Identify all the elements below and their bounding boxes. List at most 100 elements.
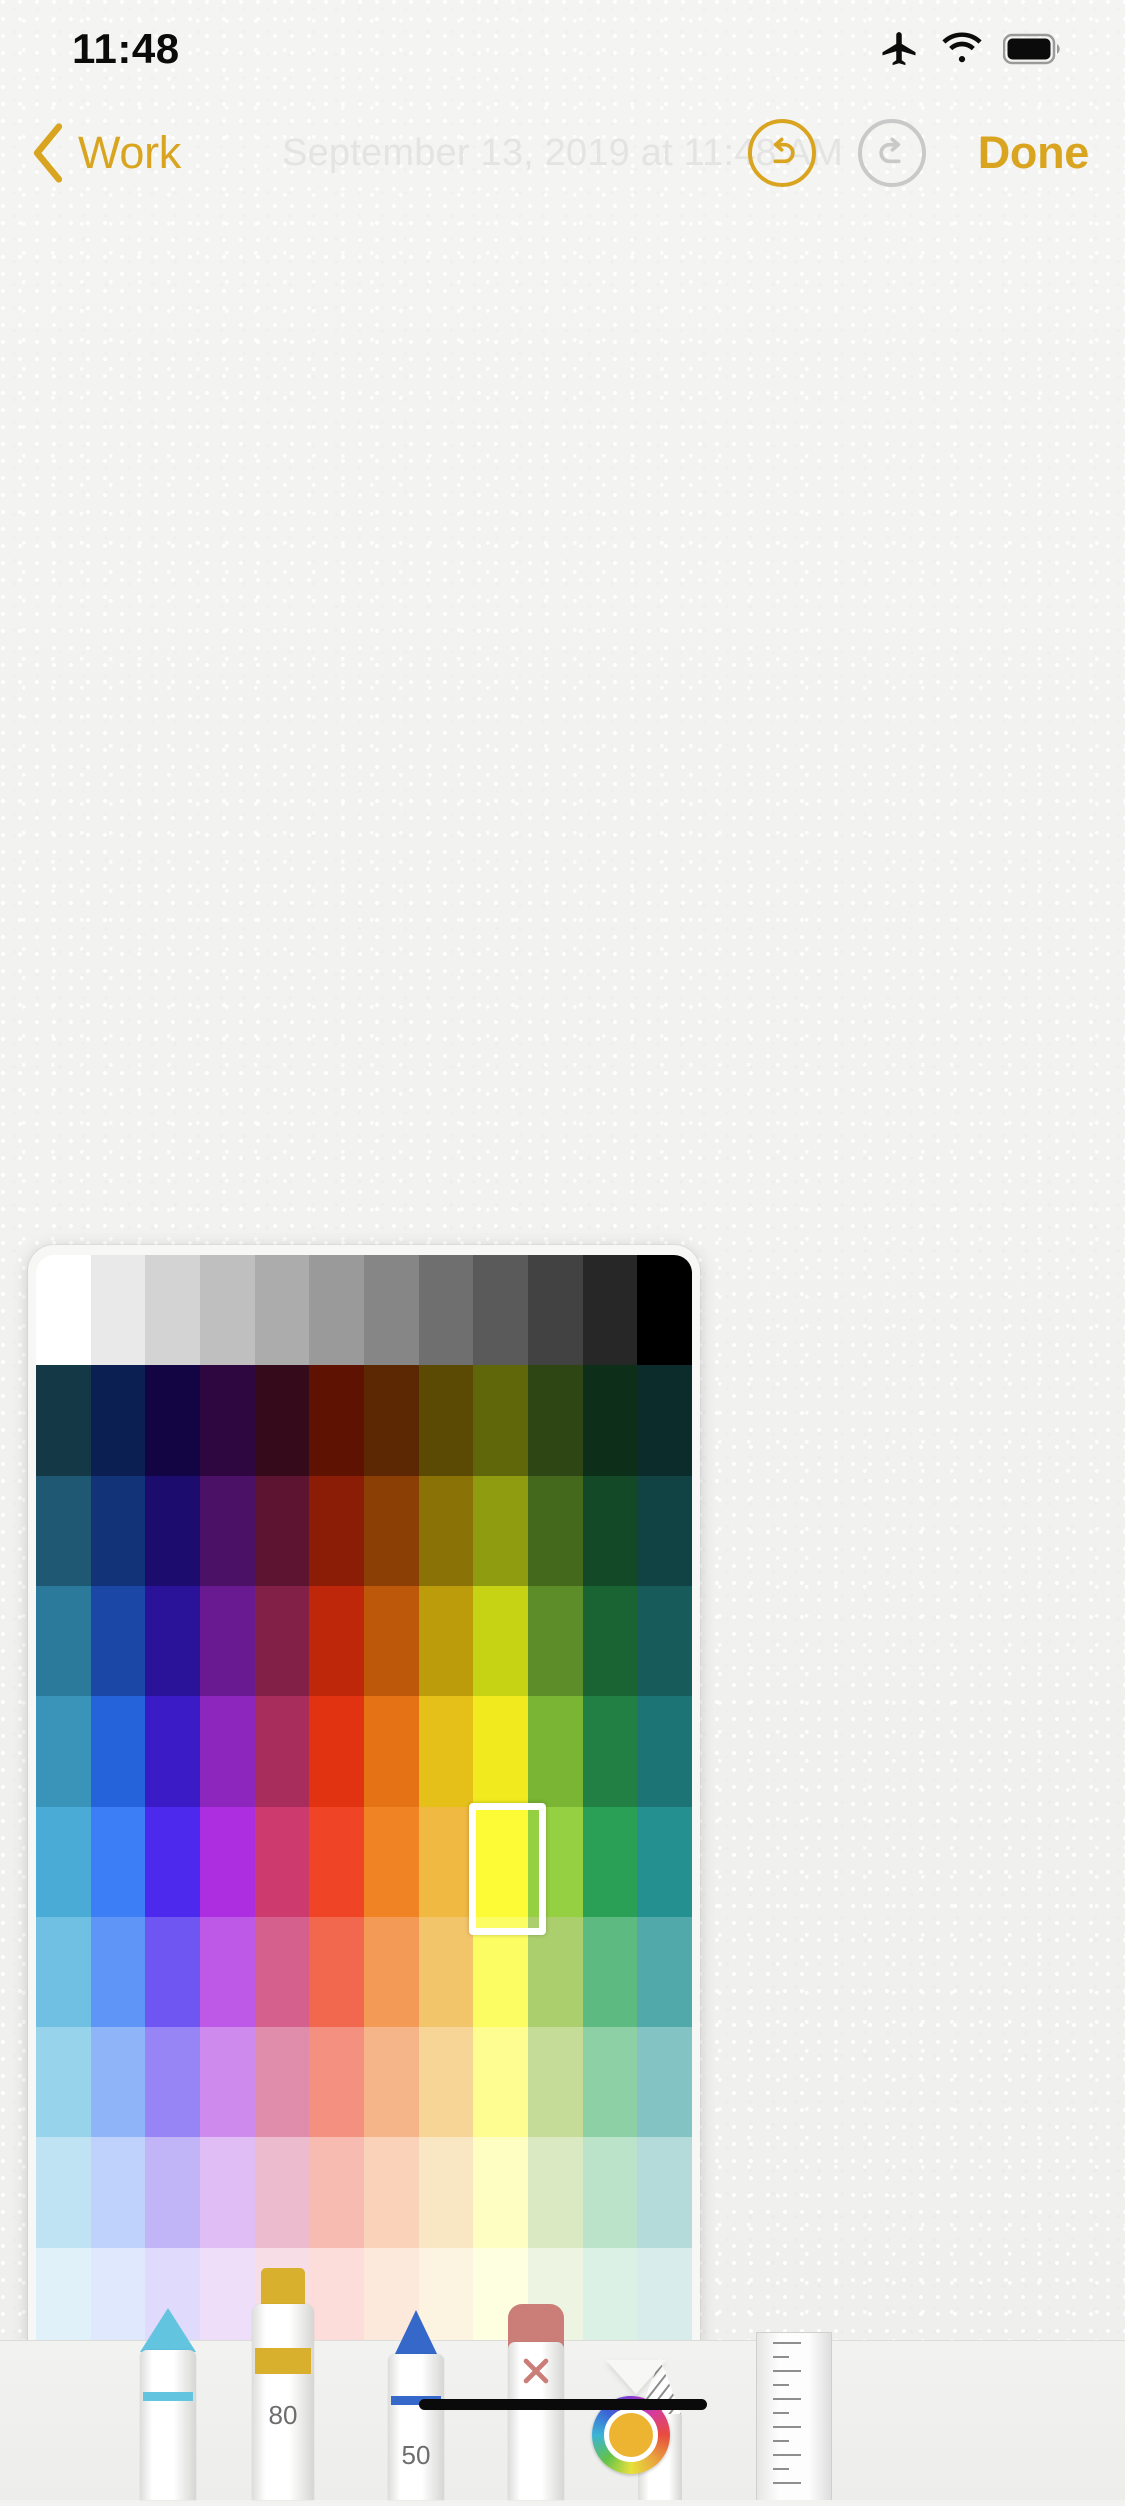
color-swatch[interactable] (418, 1475, 474, 1586)
eraser-tool-visible[interactable] (508, 2304, 564, 2500)
color-swatch[interactable] (145, 2027, 200, 2138)
color-swatch[interactable] (637, 1916, 692, 2028)
color-swatch[interactable] (36, 2137, 91, 2248)
color-swatch[interactable] (36, 1255, 91, 1366)
color-swatch[interactable] (309, 1696, 364, 1807)
color-swatch[interactable] (418, 1365, 474, 1476)
color-swatch[interactable] (90, 2027, 146, 2138)
color-swatch[interactable] (637, 1475, 692, 1586)
color-swatch[interactable] (254, 1365, 310, 1476)
color-swatch[interactable] (582, 1585, 638, 1697)
color-swatch[interactable] (36, 1696, 91, 1807)
color-swatch-selected[interactable] (469, 1802, 546, 1936)
color-swatch[interactable] (637, 1255, 692, 1366)
done-button[interactable]: Done (978, 127, 1090, 179)
color-swatch[interactable] (637, 2027, 692, 2138)
color-swatch[interactable] (309, 1585, 364, 1697)
color-swatch[interactable] (582, 2027, 638, 2138)
color-swatch[interactable] (364, 1806, 419, 1917)
color-swatch[interactable] (582, 1475, 638, 1586)
color-swatch[interactable] (637, 1585, 692, 1697)
color-swatch[interactable] (418, 2027, 474, 2138)
color-swatch[interactable] (254, 2137, 310, 2248)
color-swatch[interactable] (582, 1806, 638, 1917)
color-swatch[interactable] (90, 1255, 146, 1366)
color-swatch[interactable] (200, 1806, 255, 1917)
color-swatch[interactable] (200, 1585, 255, 1697)
color-swatch[interactable] (528, 1365, 583, 1476)
color-swatch[interactable] (309, 1475, 364, 1586)
color-swatch[interactable] (418, 1585, 474, 1697)
undo-button[interactable] (747, 119, 816, 187)
color-swatch[interactable] (90, 1585, 146, 1697)
color-swatch[interactable] (418, 1806, 474, 1917)
back-to-folder-button[interactable]: Work (28, 122, 181, 184)
color-swatch[interactable] (364, 1916, 419, 2028)
color-swatch[interactable] (528, 1255, 583, 1366)
color-swatch[interactable] (473, 1696, 528, 1807)
color-swatch[interactable] (528, 2137, 583, 2248)
color-swatch[interactable] (473, 1585, 528, 1697)
color-swatch[interactable] (254, 1696, 310, 1807)
color-swatch[interactable] (145, 1365, 200, 1476)
color-swatch[interactable] (309, 1806, 364, 1917)
color-swatch[interactable] (254, 2027, 310, 2138)
color-swatch[interactable] (582, 1696, 638, 1807)
color-swatch[interactable] (637, 1806, 692, 1917)
color-swatch[interactable] (473, 1475, 528, 1586)
color-swatch[interactable] (528, 1696, 583, 1807)
color-swatch[interactable] (582, 1365, 638, 1476)
color-swatch[interactable] (309, 2137, 364, 2248)
color-swatch[interactable] (528, 2027, 583, 2138)
color-swatch[interactable] (90, 1916, 146, 2028)
color-swatch[interactable] (36, 1916, 91, 2028)
pencil-tool-visible[interactable]: 50 (388, 2310, 444, 2500)
color-swatch[interactable] (309, 1916, 364, 2028)
color-swatch[interactable] (364, 2027, 419, 2138)
color-swatch[interactable] (473, 1255, 528, 1366)
color-swatch[interactable] (528, 1475, 583, 1586)
color-swatch[interactable] (145, 1475, 200, 1586)
color-swatch[interactable] (200, 1696, 255, 1807)
pen-tool[interactable] (140, 2308, 196, 2500)
color-swatch[interactable] (364, 1365, 419, 1476)
color-swatch[interactable] (582, 1916, 638, 2028)
highlighter-tool[interactable]: 80 (252, 2268, 314, 2500)
color-swatch[interactable] (36, 1585, 91, 1697)
color-swatch[interactable] (418, 1255, 474, 1366)
color-swatch[interactable] (200, 1255, 255, 1366)
color-swatch[interactable] (637, 1365, 692, 1476)
color-swatch[interactable] (364, 1475, 419, 1586)
color-swatch[interactable] (145, 1255, 200, 1366)
color-swatch[interactable] (145, 1916, 200, 2028)
color-swatch[interactable] (200, 2137, 255, 2248)
color-swatch[interactable] (473, 2027, 528, 2138)
color-swatch[interactable] (36, 1475, 91, 1586)
color-swatch[interactable] (36, 1806, 91, 1917)
color-swatch[interactable] (364, 1255, 419, 1366)
color-swatch[interactable] (200, 2027, 255, 2138)
color-swatch[interactable] (90, 1475, 146, 1586)
color-swatch[interactable] (637, 1696, 692, 1807)
color-swatch[interactable] (90, 2137, 146, 2248)
color-swatch[interactable] (36, 2027, 91, 2138)
color-swatch[interactable] (200, 1365, 255, 1476)
color-swatch[interactable] (418, 1696, 474, 1807)
color-swatch[interactable] (254, 1475, 310, 1586)
color-swatch[interactable] (36, 1365, 91, 1476)
color-swatch[interactable] (582, 1255, 638, 1366)
home-indicator[interactable] (418, 2399, 707, 2410)
color-swatch[interactable] (418, 2137, 474, 2248)
color-swatch[interactable] (145, 1806, 200, 1917)
color-swatch[interactable] (145, 1585, 200, 1697)
color-swatch[interactable] (90, 1365, 146, 1476)
color-swatch[interactable] (473, 2137, 528, 2248)
color-swatch[interactable] (90, 1806, 146, 1917)
color-swatch[interactable] (200, 1475, 255, 1586)
color-swatch[interactable] (200, 1916, 255, 2028)
color-swatch[interactable] (90, 1696, 146, 1807)
color-swatch[interactable] (254, 1806, 310, 1917)
color-swatch[interactable] (364, 1585, 419, 1697)
color-swatch[interactable] (364, 2137, 419, 2248)
color-swatch[interactable] (309, 2027, 364, 2138)
